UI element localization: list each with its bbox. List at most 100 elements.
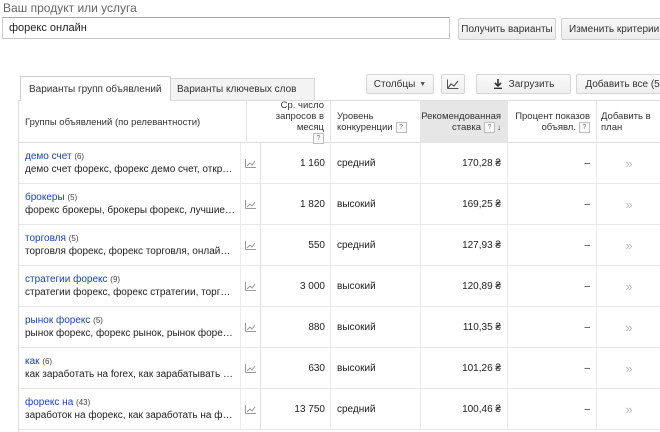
table-row: форекс на (43) заработок на форекс, как з… bbox=[19, 389, 660, 430]
help-icon[interactable]: ? bbox=[484, 121, 495, 133]
table-header: Группы объявлений (по релевантности) Ср.… bbox=[19, 100, 660, 144]
competition-header-line1: Уровень bbox=[337, 110, 374, 122]
add-to-plan-button[interactable]: » bbox=[597, 266, 660, 306]
table-row: стратегии форекс (9) стратегии форекс, фо… bbox=[19, 266, 660, 307]
bid-header-line1: Рекомендованная bbox=[421, 110, 501, 122]
table-row: демо счет (6) демо счет форекс, форекс де… bbox=[19, 143, 660, 184]
trend-chart-button[interactable] bbox=[241, 225, 261, 265]
plan-header-line2: план bbox=[601, 122, 623, 133]
plan-header-line1: Добавить в bbox=[601, 111, 651, 122]
add-to-plan-button[interactable]: » bbox=[597, 225, 660, 265]
chevron-down-icon: ▼ bbox=[419, 80, 427, 88]
ad-group-cell: как (6) как заработать на forex, как зара… bbox=[19, 348, 241, 388]
impression-share-cell: – bbox=[508, 184, 597, 224]
impression-share-cell: – bbox=[508, 348, 597, 388]
ad-group-count: (9) bbox=[110, 275, 121, 284]
ad-group-count: (6) bbox=[42, 357, 53, 366]
ad-group-keywords: рынок форекс, форекс рынок, рынок форе… bbox=[25, 328, 233, 339]
column-header-add-to-plan: Добавить в план bbox=[597, 101, 660, 143]
trend-icon bbox=[245, 322, 256, 332]
trend-chart-button[interactable] bbox=[241, 307, 261, 347]
add-all-button[interactable]: Добавить все (59) bbox=[576, 74, 660, 94]
ad-group-keywords: стратегии форекс, форекс стратегии, торг… bbox=[25, 287, 231, 298]
table-row: как (6) как заработать на forex, как зара… bbox=[19, 348, 660, 389]
add-to-plan-button[interactable]: » bbox=[597, 143, 660, 183]
column-header-group[interactable]: Группы объявлений (по релевантности) bbox=[19, 101, 247, 143]
column-header-bid[interactable]: Рекомендованная ставка? ↓ bbox=[421, 101, 508, 143]
add-to-plan-button[interactable]: » bbox=[597, 389, 660, 429]
competition-cell: средний bbox=[331, 143, 421, 183]
suggested-bid-cell: 127,93 ₴ bbox=[421, 225, 508, 265]
ad-group-link[interactable]: торговля bbox=[25, 233, 66, 244]
ad-group-count: (5) bbox=[68, 234, 79, 243]
ad-group-cell: стратегии форекс (9) стратегии форекс, фо… bbox=[19, 266, 241, 306]
ad-group-link[interactable]: брокеры bbox=[25, 192, 65, 203]
column-header-impression-share[interactable]: Процент показов объявл.? bbox=[508, 101, 597, 143]
download-button[interactable]: Загрузить bbox=[476, 74, 571, 94]
ad-group-link[interactable]: форекс на bbox=[25, 397, 73, 408]
columns-button[interactable]: Столбцы ▼ bbox=[366, 74, 434, 94]
competition-cell: высокий bbox=[331, 266, 421, 306]
tabs-toolbar: Варианты групп объявлений Варианты ключе… bbox=[18, 74, 660, 101]
trend-icon bbox=[245, 199, 256, 209]
impression-share-cell: – bbox=[508, 225, 597, 265]
column-header-competition[interactable]: Уровень конкуренции? bbox=[331, 101, 421, 143]
trend-icon bbox=[245, 363, 256, 373]
ad-group-cell: торговля (5) торговля форекс, форекс торг… bbox=[19, 225, 241, 265]
searches-header-line2: запросов в месяц bbox=[275, 111, 324, 133]
change-criteria-button[interactable]: Изменить критерии п bbox=[561, 18, 660, 40]
download-label: Загрузить bbox=[508, 78, 555, 90]
competition-cell: высокий bbox=[331, 348, 421, 388]
add-to-plan-button[interactable]: » bbox=[597, 348, 660, 388]
chart-toggle-button[interactable] bbox=[441, 74, 465, 94]
product-search-input[interactable]: форекс онлайн bbox=[2, 17, 450, 39]
trend-icon bbox=[245, 240, 256, 250]
ad-group-keywords: демо счет форекс, форекс демо счет, откр… bbox=[25, 164, 233, 175]
add-to-plan-button[interactable]: » bbox=[597, 307, 660, 347]
avg-searches-cell: 1 820 bbox=[261, 184, 331, 224]
avg-searches-cell: 3 000 bbox=[261, 266, 331, 306]
get-options-button[interactable]: Получить варианты bbox=[458, 18, 556, 40]
product-label: Ваш продукт или услуга bbox=[3, 1, 137, 15]
bid-header-line2: ставка bbox=[452, 122, 481, 133]
trend-chart-button[interactable] bbox=[241, 348, 261, 388]
trend-icon bbox=[245, 158, 256, 168]
column-header-group-label: Группы объявлений (по релевантности) bbox=[25, 116, 201, 128]
tab-keywords[interactable]: Варианты ключевых слов bbox=[168, 78, 315, 100]
share-header-line2: объявл. bbox=[541, 122, 576, 133]
ad-group-keywords: форекс брокеры, брокеры форекс, лучшие… bbox=[25, 205, 235, 216]
competition-cell: высокий bbox=[331, 184, 421, 224]
ad-group-link[interactable]: как bbox=[25, 356, 40, 367]
table-row: торговля (5) торговля форекс, форекс торг… bbox=[19, 225, 660, 266]
column-header-searches[interactable]: Ср. число запросов в месяц ? bbox=[247, 100, 331, 144]
impression-share-cell: – bbox=[508, 307, 597, 347]
avg-searches-cell: 630 bbox=[261, 348, 331, 388]
ad-group-link[interactable]: стратегии форекс bbox=[25, 274, 108, 285]
ad-group-cell: рынок форекс (5) рынок форекс, форекс рын… bbox=[19, 307, 241, 347]
ad-groups-table: Группы объявлений (по релевантности) Ср.… bbox=[18, 100, 660, 432]
help-icon[interactable]: ? bbox=[395, 121, 407, 133]
ad-group-link[interactable]: демо счет bbox=[25, 151, 72, 162]
share-header-line1: Процент показов bbox=[515, 110, 590, 122]
help-icon[interactable]: ? bbox=[579, 121, 590, 133]
trend-chart-button[interactable] bbox=[241, 266, 261, 306]
tab-ad-groups[interactable]: Варианты групп объявлений bbox=[20, 76, 171, 101]
ad-group-link[interactable]: рынок форекс bbox=[25, 315, 90, 326]
ad-group-keywords: торговля форекс, форекс торговля, онлай… bbox=[25, 246, 231, 257]
ad-group-keywords: заработок на форекс, как заработать на ф… bbox=[25, 410, 233, 421]
add-to-plan-button[interactable]: » bbox=[597, 184, 660, 224]
competition-cell: высокий bbox=[331, 307, 421, 347]
suggested-bid-cell: 100,46 ₴ bbox=[421, 389, 508, 429]
ad-group-cell: форекс на (43) заработок на форекс, как з… bbox=[19, 389, 241, 429]
trend-chart-button[interactable] bbox=[241, 184, 261, 224]
impression-share-cell: – bbox=[508, 266, 597, 306]
trend-chart-button[interactable] bbox=[241, 389, 261, 429]
line-chart-icon bbox=[447, 79, 459, 89]
trend-chart-button[interactable] bbox=[241, 143, 261, 183]
suggested-bid-cell: 169,25 ₴ bbox=[421, 184, 508, 224]
suggested-bid-cell: 110,35 ₴ bbox=[421, 307, 508, 347]
impression-share-cell: – bbox=[508, 389, 597, 429]
searches-header-line1: Ср. число bbox=[280, 100, 324, 111]
avg-searches-cell: 1 160 bbox=[261, 143, 331, 183]
ad-group-count: (43) bbox=[76, 398, 91, 407]
